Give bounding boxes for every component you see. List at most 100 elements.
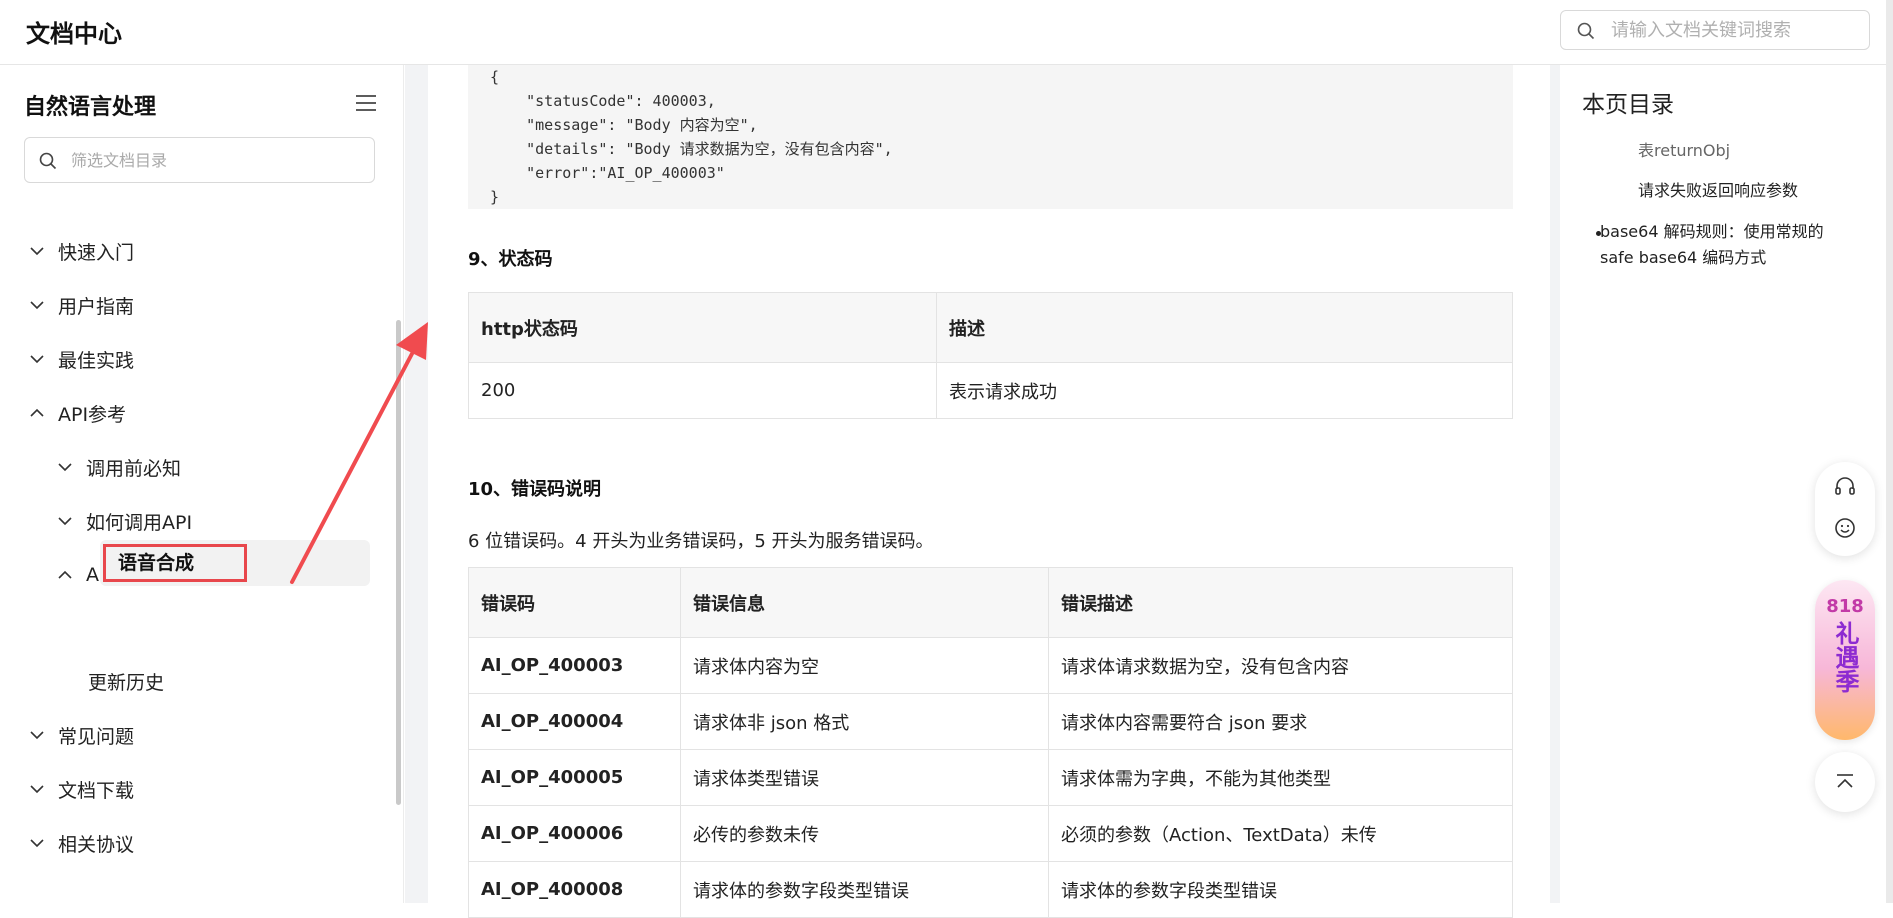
table-cell: AI_OP_400008: [468, 861, 681, 918]
table-header: 错误码: [468, 567, 681, 638]
chevron-down-icon: [30, 785, 44, 794]
table-cell: AI_OP_400003: [468, 637, 681, 694]
sidebar-item-label: 常见问题: [58, 725, 135, 748]
chevron-down-icon: [58, 517, 72, 526]
status-code-table: http状态码 描述 200 表示请求成功: [468, 292, 1513, 419]
toc-title: 本页目录: [1582, 92, 1674, 118]
sidebar-item-label: 文档下载: [58, 779, 135, 802]
chevron-down-icon: [30, 731, 44, 740]
table-cell: 请求体的参数字段类型错误: [1048, 861, 1513, 918]
sidebar-item-related-agreements[interactable]: 相关协议: [28, 825, 134, 861]
table-row: AI_OP_400005 请求体类型错误 请求体需为字典，不能为其他类型: [468, 749, 1513, 806]
sidebar-item-update-history[interactable]: 更新历史: [88, 663, 164, 699]
table-cell: 表示请求成功: [936, 362, 1513, 419]
table-cell: 必须的参数（Action、TextData）未传: [1048, 805, 1513, 862]
error-code-table: 错误码 错误信息 错误描述 AI_OP_400003 请求体内容为空 请求体请求…: [468, 567, 1513, 918]
table-row: AI_OP_400006 必传的参数未传 必须的参数（Action、TextDa…: [468, 805, 1513, 862]
code-line: "details": "Body 请求数据为空，没有包含内容",: [490, 140, 893, 158]
floating-support-group: [1815, 462, 1875, 556]
doc-search-input[interactable]: [1611, 17, 1861, 43]
table-cell: 200: [468, 362, 937, 419]
table-header: 描述: [936, 292, 1513, 363]
sidebar-item-label: API参考: [58, 403, 127, 426]
table-row: AI_OP_400004 请求体非 json 格式 请求体内容需要符合 json…: [468, 693, 1513, 750]
doc-content: { "statusCode": 400003, "message": "Body…: [428, 65, 1550, 918]
table-cell: 请求体内容需要符合 json 要求: [1048, 693, 1513, 750]
table-header: 错误信息: [680, 567, 1049, 638]
table-cell: AI_OP_400004: [468, 693, 681, 750]
table-header-row: http状态码 描述: [468, 292, 1513, 363]
table-header: http状态码: [468, 292, 937, 363]
sidebar-item-label: 如何调用API: [86, 511, 193, 534]
back-to-top-icon: [1837, 774, 1853, 788]
code-line: "statusCode": 400003,: [490, 92, 716, 110]
doc-search-box[interactable]: [1560, 10, 1870, 50]
content-gutter: [1550, 65, 1560, 903]
sidebar-item-quickstart[interactable]: 快速入门: [28, 233, 134, 269]
chevron-up-icon: [58, 570, 72, 579]
sidebar-item-doc-download[interactable]: 文档下载: [28, 771, 134, 807]
toc-item[interactable]: 请求失败返回响应参数: [1638, 177, 1798, 201]
table-header: 错误描述: [1048, 567, 1513, 638]
table-cell: 请求体需为字典，不能为其他类型: [1048, 749, 1513, 806]
content-gutter: [405, 65, 428, 903]
chevron-up-icon: [30, 408, 44, 417]
chevron-down-icon: [30, 839, 44, 848]
sidebar-item-label: 相关协议: [58, 833, 135, 856]
sidebar-item-how-to-call-api[interactable]: 如何调用API: [56, 503, 192, 539]
promo-number: 818: [1826, 596, 1864, 617]
table-cell: 请求体的参数字段类型错误: [680, 861, 1049, 918]
section-heading: 9、状态码: [468, 249, 553, 270]
sidebar-item-label: 调用前必知: [86, 457, 182, 480]
table-cell: 必传的参数未传: [680, 805, 1049, 862]
table-cell: 请求体请求数据为空，没有包含内容: [1048, 637, 1513, 694]
table-row: AI_OP_400008 请求体的参数字段类型错误 请求体的参数字段类型错误: [468, 861, 1513, 918]
sidebar-item-user-guide[interactable]: 用户指南: [28, 287, 134, 323]
code-line: "error":"AI_OP_400003": [490, 164, 725, 182]
code-block: { "statusCode": 400003, "message": "Body…: [468, 65, 1513, 209]
sidebar-title: 自然语言处理: [24, 95, 157, 120]
sidebar-item-faq[interactable]: 常见问题: [28, 717, 134, 753]
sidebar-item-label: 用户指南: [58, 295, 135, 318]
table-cell: 请求体非 json 格式: [680, 693, 1049, 750]
sidebar-item-label: 更新历史: [88, 671, 165, 694]
search-icon: [1577, 22, 1595, 40]
toc-item[interactable]: 表returnObj: [1638, 137, 1730, 161]
headset-icon[interactable]: [1834, 476, 1856, 498]
table-row: AI_OP_400003 请求体内容为空 请求体请求数据为空，没有包含内容: [468, 637, 1513, 694]
code-line: {: [490, 68, 500, 86]
promo-banner[interactable]: 818 礼遇季: [1815, 580, 1875, 740]
sidebar-item-speech-synthesis-label[interactable]: 语音合成: [103, 544, 247, 582]
toc-item[interactable]: base64 解码规则：使用常规的 safe base64 编码方式: [1600, 219, 1840, 271]
sidebar-item-label: 快速入门: [58, 241, 135, 264]
page-scrollbar[interactable]: [1886, 0, 1893, 903]
sidebar-scrollbar[interactable]: [396, 320, 401, 805]
table-cell: AI_OP_400006: [468, 805, 681, 862]
chevron-down-icon: [58, 463, 72, 472]
chevron-down-icon: [30, 301, 44, 310]
back-to-top-button[interactable]: [1815, 752, 1875, 812]
sidebar-item-best-practice[interactable]: 最佳实践: [28, 341, 134, 377]
chevron-down-icon: [30, 247, 44, 256]
sidebar-item-before-calling[interactable]: 调用前必知: [56, 449, 181, 485]
chevron-down-icon: [30, 355, 44, 364]
table-cell: 请求体类型错误: [680, 749, 1049, 806]
table-row: 200 表示请求成功: [468, 362, 1513, 419]
sidebar-item-label: 最佳实践: [58, 349, 135, 372]
site-logo[interactable]: 文档中心: [26, 14, 122, 49]
sidebar-filter[interactable]: [24, 137, 375, 183]
sidebar-filter-input[interactable]: [71, 148, 361, 172]
table-header-row: 错误码 错误信息 错误描述: [468, 567, 1513, 638]
smile-icon[interactable]: [1834, 517, 1856, 539]
menu-icon[interactable]: [356, 95, 376, 111]
promo-text: 礼遇季: [1831, 621, 1859, 693]
table-cell: 请求体内容为空: [680, 637, 1049, 694]
section-description: 6 位错误码。4 开头为业务错误码，5 开头为服务错误码。: [468, 531, 934, 552]
table-cell: AI_OP_400005: [468, 749, 681, 806]
sidebar-item-api-reference[interactable]: API参考: [28, 395, 126, 431]
code-line: }: [490, 188, 500, 206]
top-header: 文档中心: [0, 0, 1893, 65]
code-line: "message": "Body 内容为空",: [490, 116, 758, 134]
section-heading: 10、错误码说明: [468, 479, 602, 500]
search-icon: [39, 152, 57, 170]
